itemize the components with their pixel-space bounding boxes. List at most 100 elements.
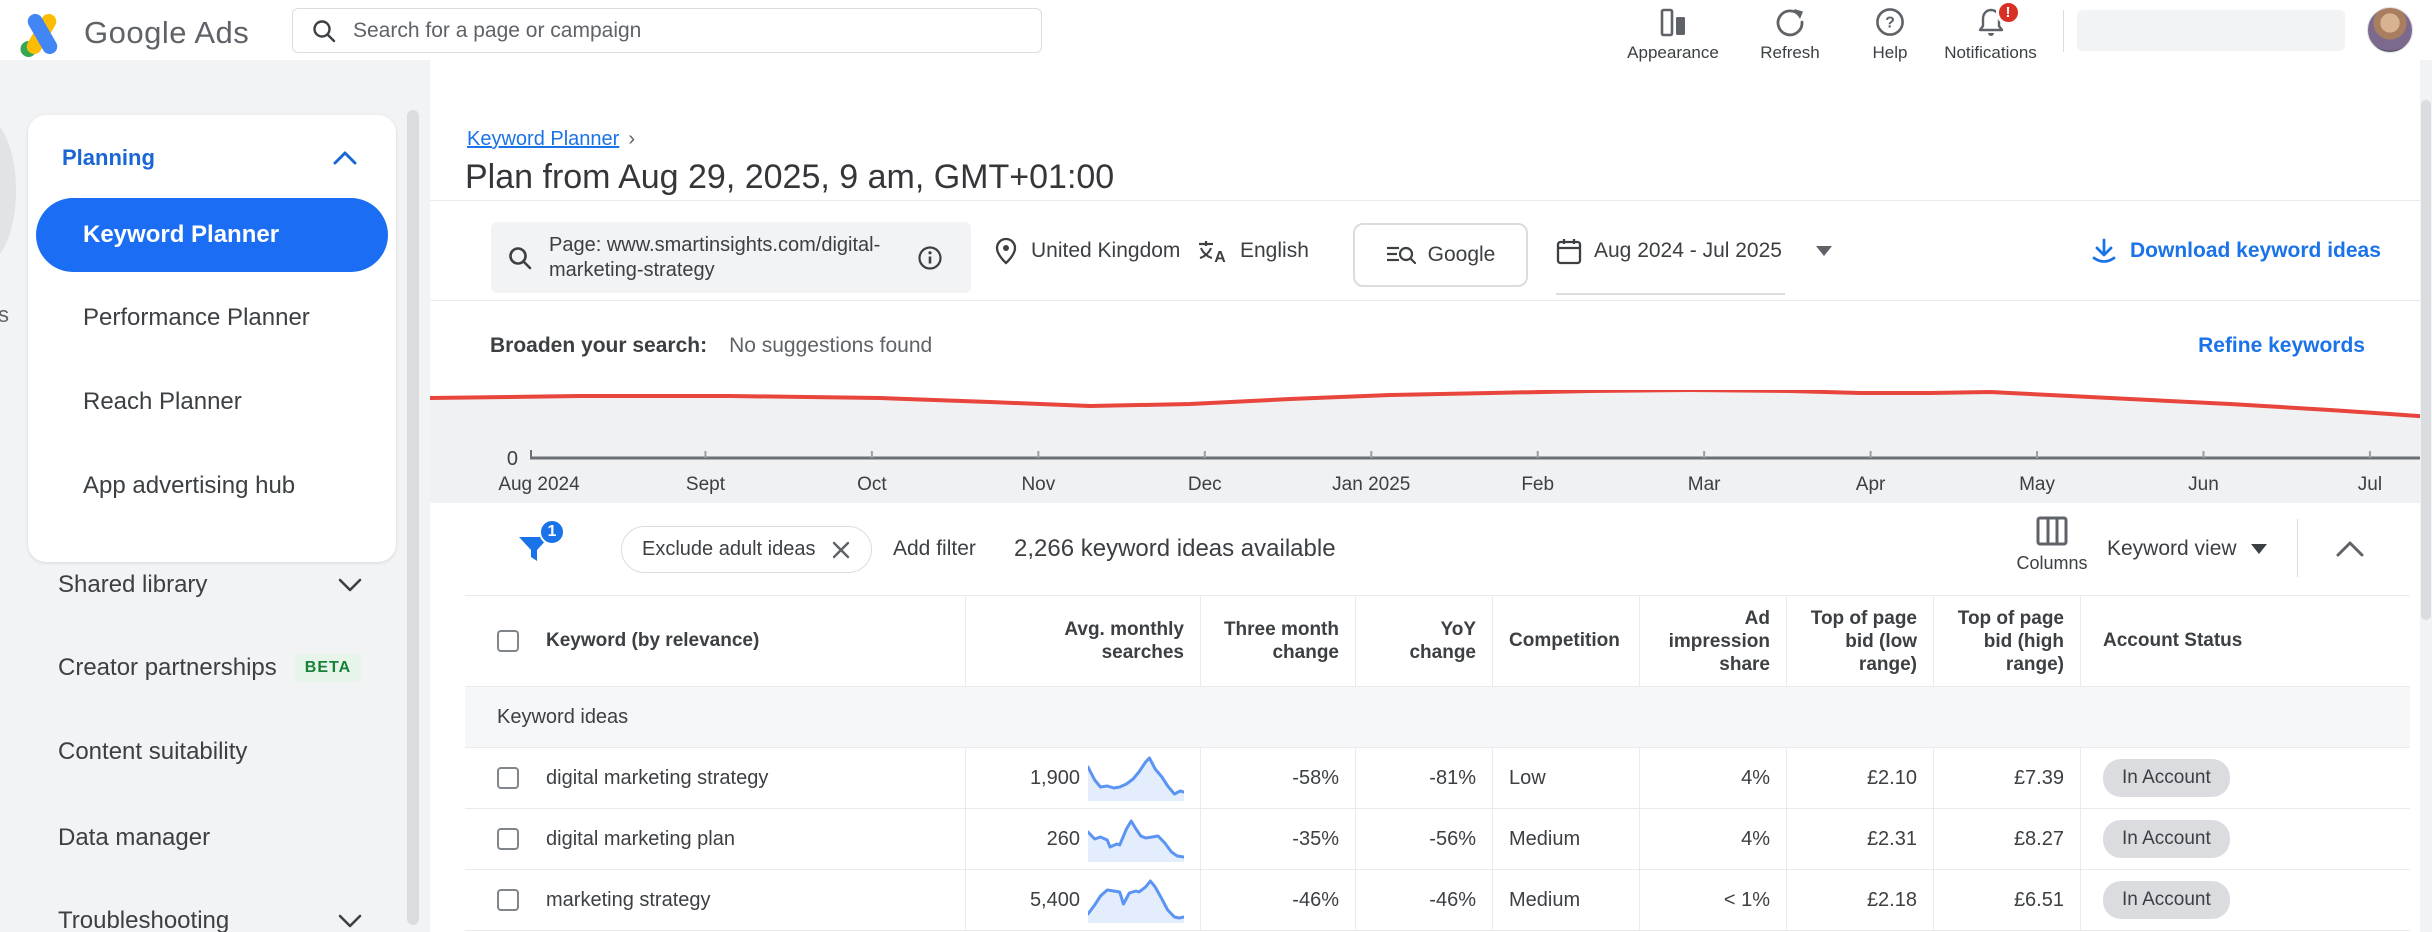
- top-search-box[interactable]: [292, 8, 1042, 53]
- sidebar-item-reach-planner[interactable]: Reach Planner: [28, 360, 396, 444]
- sidebar-item-creator-partnerships[interactable]: Creator partnerships BETA: [0, 626, 430, 710]
- search-network-icon: [1386, 243, 1416, 267]
- avg-searches-value: 1,900: [1030, 767, 1080, 790]
- notifications-button[interactable]: ! Notifications: [1928, 6, 2053, 63]
- avatar[interactable]: [2367, 7, 2413, 53]
- account-info-redacted[interactable]: [2077, 10, 2345, 51]
- refresh-button[interactable]: Refresh: [1745, 6, 1835, 63]
- page-scrollbar-track[interactable]: [2420, 60, 2432, 932]
- ad-impression-share-value: 4%: [1741, 828, 1770, 851]
- sidebar-item-shared-library[interactable]: Shared library: [0, 543, 430, 627]
- close-icon[interactable]: [831, 540, 851, 560]
- language-selector[interactable]: A English: [1198, 201, 1309, 300]
- table-row: digital marketing plan 260 -35% -56% Med…: [465, 809, 2410, 870]
- avg-searches-value: 260: [1047, 828, 1080, 851]
- sidebar-item-label: Shared library: [58, 571, 207, 599]
- keyword-view-label: Keyword view: [2107, 537, 2237, 561]
- download-icon: [2090, 237, 2118, 265]
- refine-keywords-button[interactable]: Refine keywords: [2198, 334, 2365, 358]
- svg-text:Apr: Apr: [1856, 474, 1886, 495]
- download-keyword-ideas-button[interactable]: Download keyword ideas: [2090, 201, 2381, 300]
- chevron-up-icon[interactable]: [332, 150, 358, 166]
- sidebar-item-label: App advertising hub: [83, 472, 295, 500]
- date-range-selector[interactable]: Aug 2024 - Jul 2025: [1556, 201, 1832, 300]
- date-range-value: Aug 2024 - Jul 2025: [1594, 239, 1782, 263]
- appearance-button[interactable]: Appearance: [1613, 6, 1733, 63]
- row-checkbox[interactable]: [497, 767, 519, 789]
- google-ads-logo: Google Ads: [16, 7, 249, 59]
- translate-icon: A: [1198, 238, 1228, 264]
- sidebar-item-troubleshooting[interactable]: Troubleshooting: [0, 879, 430, 932]
- col-avg-monthly-searches[interactable]: Avg. monthly searches: [982, 618, 1184, 664]
- row-checkbox[interactable]: [497, 889, 519, 911]
- svg-text:May: May: [2019, 474, 2055, 495]
- topbar-divider: [2063, 10, 2064, 52]
- search-input[interactable]: [353, 19, 1023, 43]
- col-competition[interactable]: Competition: [1509, 630, 1620, 652]
- download-label: Download keyword ideas: [2130, 239, 2381, 263]
- exclude-adult-ideas-chip[interactable]: Exclude adult ideas: [621, 526, 872, 573]
- network-selector[interactable]: Google: [1353, 223, 1528, 287]
- appearance-icon: [1657, 6, 1689, 38]
- breadcrumb-link[interactable]: Keyword Planner: [467, 128, 619, 151]
- col-top-of-page-bid-low[interactable]: Top of page bid (low range): [1803, 607, 1917, 676]
- select-all-checkbox[interactable]: [497, 630, 519, 652]
- columns-button[interactable]: Columns: [2002, 515, 2102, 574]
- chevron-down-icon: [338, 578, 362, 592]
- page-filter-chip[interactable]: Page: www.smartinsights.com/digital-mark…: [491, 222, 971, 293]
- sidebar-item-data-manager[interactable]: Data manager: [0, 796, 430, 880]
- filter-bar: 1 Exclude adult ideas Add filter 2,266 k…: [430, 503, 2432, 595]
- table-header-row: Keyword (by relevance) Avg. monthly sear…: [465, 595, 2410, 687]
- status-badge: In Account: [2103, 759, 2230, 797]
- svg-text:Dec: Dec: [1188, 474, 1222, 495]
- ad-impression-share-value: 4%: [1741, 767, 1770, 790]
- sidebar-item-content-suitability[interactable]: Content suitability: [0, 710, 430, 794]
- col-three-month-change[interactable]: Three month change: [1217, 618, 1339, 664]
- help-button[interactable]: ? Help: [1850, 6, 1930, 63]
- calendar-icon: [1556, 237, 1582, 265]
- collapse-panel-button[interactable]: [2330, 531, 2370, 567]
- three-month-change-value: -35%: [1292, 828, 1339, 851]
- sidebar-item-performance-planner[interactable]: Performance Planner: [28, 276, 396, 360]
- keyword-view-dropdown[interactable]: Keyword view: [2107, 503, 2267, 595]
- columns-label: Columns: [2016, 553, 2087, 574]
- notification-badge: !: [1996, 0, 2021, 25]
- col-account-status[interactable]: Account Status: [2103, 630, 2242, 652]
- page-scrollbar-thumb[interactable]: [2421, 100, 2431, 620]
- location-value: United Kingdom: [1031, 239, 1180, 263]
- nav-rail-fragment-text: s: [0, 302, 9, 328]
- three-month-change-value: -58%: [1292, 767, 1339, 790]
- bid-low-value: £2.18: [1867, 889, 1917, 912]
- sidebar: s Planning Keyword Planner Performance P…: [0, 60, 430, 932]
- competition-value: Medium: [1509, 828, 1580, 851]
- competition-value: Low: [1509, 767, 1546, 790]
- info-icon[interactable]: [917, 245, 943, 271]
- broaden-search-row: Broaden your search: No suggestions foun…: [430, 300, 2432, 390]
- table-row: digital marketing strategy 1,900 -58% -8…: [465, 748, 2410, 809]
- add-filter-button[interactable]: Add filter: [893, 503, 976, 595]
- plan-settings-toolbar: Page: www.smartinsights.com/digital-mark…: [430, 200, 2432, 300]
- page-filter-value: Page: www.smartinsights.com/digital-mark…: [549, 233, 901, 283]
- sidebar-item-keyword-planner[interactable]: Keyword Planner: [36, 198, 388, 272]
- svg-text:Feb: Feb: [1521, 474, 1554, 495]
- location-selector[interactable]: United Kingdom: [993, 201, 1180, 300]
- col-ad-impression-share[interactable]: Ad impression share: [1656, 607, 1770, 676]
- svg-text:Jun: Jun: [2188, 474, 2219, 495]
- sparkline-chart: [1088, 877, 1184, 923]
- sidebar-item-label: Creator partnerships: [58, 654, 277, 682]
- keyword-cell: digital marketing strategy: [546, 767, 768, 790]
- col-top-of-page-bid-high[interactable]: Top of page bid (high range): [1950, 607, 2064, 676]
- sidebar-item-label: Data manager: [58, 824, 210, 852]
- planning-section-title[interactable]: Planning: [62, 145, 155, 171]
- sidebar-item-app-advertising-hub[interactable]: App advertising hub: [28, 444, 396, 528]
- nav-rail-fragment-icon: [0, 118, 16, 263]
- col-yoy-change[interactable]: YoY change: [1372, 618, 1476, 664]
- col-keyword[interactable]: Keyword (by relevance): [546, 630, 759, 652]
- svg-text:Mar: Mar: [1688, 474, 1721, 495]
- row-checkbox[interactable]: [497, 828, 519, 850]
- filter-funnel-button[interactable]: 1: [515, 527, 563, 575]
- filter-bar-divider: [2297, 519, 2298, 577]
- date-range-underline: [1556, 293, 1785, 295]
- sidebar-scrollbar[interactable]: [407, 110, 419, 925]
- svg-text:A: A: [1214, 249, 1226, 264]
